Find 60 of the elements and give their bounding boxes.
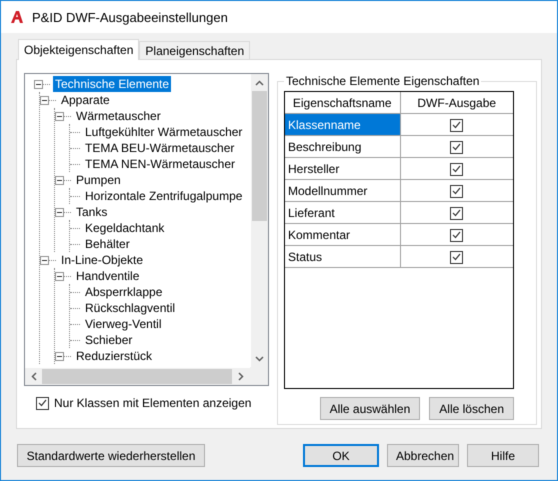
dialog-button[interactable]: OK	[303, 444, 379, 467]
table-cell[interactable]: Modellnummer	[285, 180, 400, 202]
table-cell[interactable]: Status	[285, 246, 400, 268]
checkbox[interactable]	[450, 162, 464, 176]
tree-item[interactable]: TEMA NEN-Wärmetauscher	[83, 156, 238, 172]
checkbox[interactable]	[450, 206, 464, 220]
table-cell[interactable]: Lieferant	[285, 202, 400, 224]
action-button[interactable]: Alle löschen	[429, 397, 514, 420]
tree-item[interactable]: Wärmetauscher	[74, 108, 163, 124]
scroll-right-icon[interactable]	[238, 372, 244, 381]
scroll-up-icon[interactable]	[255, 80, 264, 86]
app-logo-icon	[10, 10, 24, 24]
tree-item[interactable]: Reduzierstück	[74, 348, 154, 364]
checkbox[interactable]	[450, 228, 464, 242]
tree-item[interactable]: In-Line-Objekte	[59, 252, 146, 268]
tree-item[interactable]: Pumpen	[74, 172, 123, 188]
checkbox[interactable]	[450, 250, 464, 264]
table-cell[interactable]: Beschreibung	[285, 136, 400, 158]
collapse-toggle[interactable]	[55, 272, 64, 280]
group-title: Technische Elemente Eigenschaften	[284, 74, 482, 88]
tree-item[interactable]: Technische Elemente	[53, 76, 172, 92]
checkbox[interactable]	[450, 140, 464, 154]
collapse-toggle[interactable]	[55, 352, 64, 360]
tab[interactable]: Objekteigenschaften	[18, 39, 140, 60]
checkbox[interactable]	[36, 396, 49, 410]
checkbox[interactable]	[450, 184, 464, 198]
scrollbar-thumb[interactable]	[252, 91, 267, 221]
tree-item[interactable]: Kegeldachtank	[83, 220, 166, 236]
tree-item[interactable]: Vierweg-Ventil	[83, 316, 164, 332]
tree-item[interactable]: Schieber	[83, 332, 134, 348]
window-title: P&ID DWF-Ausgabeeinstellungen	[32, 10, 228, 24]
column-header[interactable]: DWF-Ausgabe	[400, 92, 513, 114]
checkbox-label[interactable]: Nur Klassen mit Elementen anzeigen	[54, 396, 252, 410]
reset-button[interactable]: Standardwerte wiederherstellen	[17, 444, 205, 467]
table-cell[interactable]: Hersteller	[285, 158, 400, 180]
collapse-toggle[interactable]	[34, 80, 43, 88]
action-button[interactable]: Alle auswählen	[320, 397, 420, 420]
dialog-button[interactable]: Abbrechen	[387, 444, 459, 467]
tab[interactable]: Planeigenschaften	[139, 41, 250, 59]
tree-item[interactable]: Handventile	[74, 268, 142, 284]
collapse-toggle[interactable]	[55, 112, 64, 120]
tree-item[interactable]: Absperrklappe	[83, 284, 164, 300]
scroll-left-icon[interactable]	[31, 372, 37, 381]
dialog-button[interactable]: Hilfe	[467, 444, 539, 467]
tree-item[interactable]: Luftgekühlter Wärmetauscher	[83, 124, 244, 140]
tree-item[interactable]: Apparate	[59, 92, 112, 108]
collapse-toggle[interactable]	[55, 176, 64, 184]
table-cell[interactable]: Klassenname	[285, 114, 400, 136]
tree-item[interactable]: Tanks	[74, 204, 110, 220]
collapse-toggle[interactable]	[40, 256, 49, 264]
checkbox[interactable]	[450, 118, 464, 132]
tree-item[interactable]: Horizontale Zentrifugalpumpe	[83, 188, 244, 204]
tree-item[interactable]: TEMA BEU-Wärmetauscher	[83, 140, 236, 156]
scrollbar-thumb[interactable]	[42, 369, 232, 384]
collapse-toggle[interactable]	[40, 96, 49, 104]
table-cell[interactable]: Kommentar	[285, 224, 400, 246]
tree-item[interactable]: Behälter	[83, 236, 132, 252]
scroll-down-icon[interactable]	[255, 356, 264, 362]
tree-item[interactable]: Rückschlagventil	[83, 300, 178, 316]
collapse-toggle[interactable]	[55, 208, 64, 216]
